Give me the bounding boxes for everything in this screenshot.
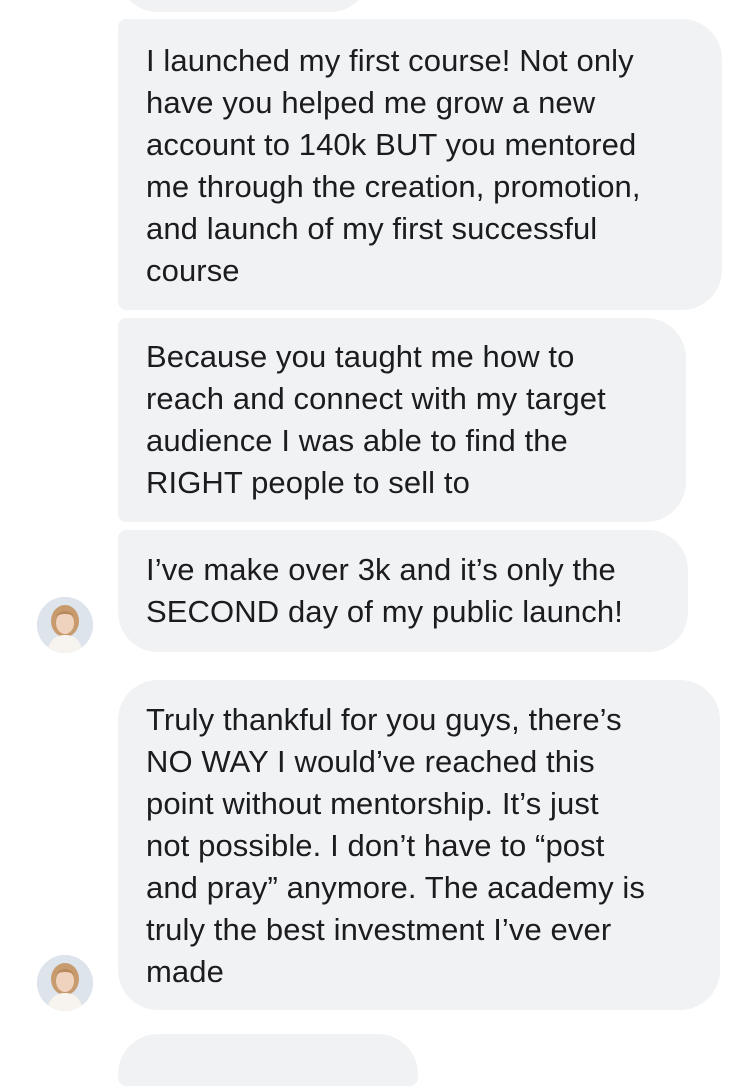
message-text: I’ve make over 3k and it’s only the SECO…	[146, 552, 623, 629]
sender-avatar[interactable]	[37, 955, 93, 1011]
message-bubble[interactable]: Because you taught me how to reach and c…	[118, 318, 686, 522]
previous-message-bubble[interactable]	[118, 0, 370, 12]
message-bubble[interactable]: I launched my first course! Not only hav…	[118, 19, 722, 310]
user-photo-avatar-icon	[37, 597, 93, 653]
message-text: I launched my first course! Not only hav…	[146, 43, 641, 288]
message-bubble[interactable]: I’ve make over 3k and it’s only the SECO…	[118, 530, 688, 652]
sender-avatar[interactable]	[37, 597, 93, 653]
message-text: Because you taught me how to reach and c…	[146, 339, 606, 500]
message-thread: I launched my first course! Not only hav…	[0, 0, 754, 1086]
user-photo-avatar-icon	[37, 955, 93, 1011]
message-bubble[interactable]: Truly thankful for you guys, there’s NO …	[118, 680, 720, 1010]
message-text: Truly thankful for you guys, there’s NO …	[146, 702, 645, 989]
